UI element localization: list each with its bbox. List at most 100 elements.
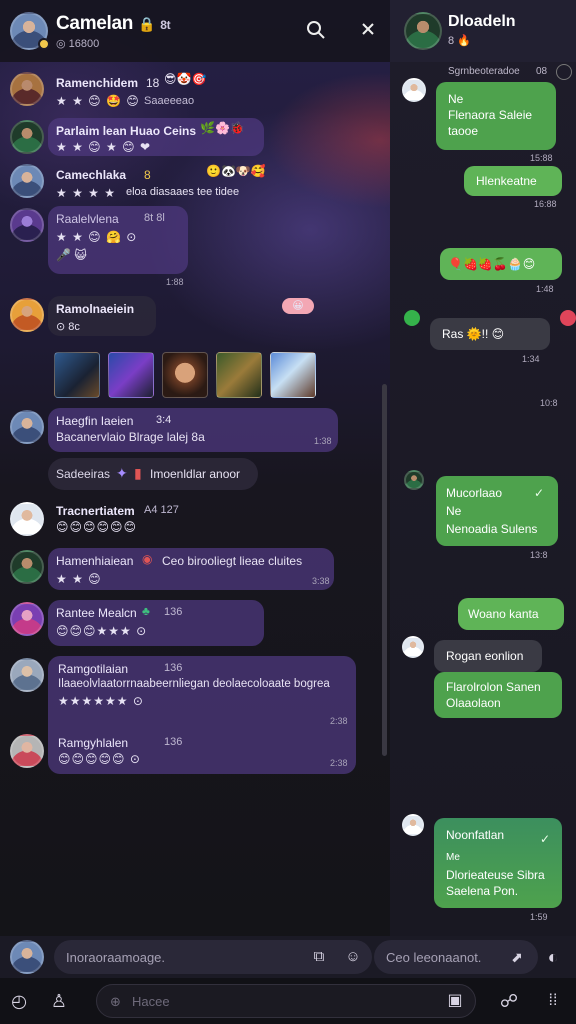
send-icon[interactable]: ⬈ (504, 944, 530, 970)
search-icon[interactable] (304, 20, 328, 44)
reaction-row[interactable]: 😎🤡🎯 (164, 72, 206, 86)
contact-avatar[interactable] (404, 12, 442, 50)
message-line: Mucorlaao (446, 486, 503, 500)
contact-avatar-small (404, 470, 424, 490)
sender-name: Ramgotilaian (58, 662, 129, 676)
status-dot (404, 310, 420, 326)
message-line: Ne (448, 92, 464, 106)
message-line: ★ ★ 😊 ★ 😊 ❤ (56, 140, 152, 154)
sender-avatar[interactable] (10, 502, 44, 536)
media-thumbnail[interactable] (270, 352, 316, 398)
read-check-icon: ✓ (534, 486, 545, 500)
history-icon[interactable]: ◴ (6, 988, 32, 1014)
message-time: 2:38 (330, 716, 348, 726)
message-line: Noonfatlan (446, 828, 505, 842)
chat-title[interactable]: Camelan 🔒 8t (56, 13, 171, 35)
media-thumbnail[interactable] (54, 352, 100, 398)
my-avatar[interactable] (10, 940, 44, 974)
system-text: Imoenldlar anoor (150, 467, 241, 481)
alert-icon: ◉ (142, 552, 153, 566)
message-meta: A4 127 (144, 504, 179, 516)
message-time: 1:88 (166, 277, 184, 287)
reaction-pill[interactable]: 😀 (282, 298, 314, 314)
sender-avatar[interactable] (10, 164, 44, 198)
contact-avatar-small (402, 78, 426, 102)
message-text: Ilaaeolvlaatorrnaabeernliegan deolaecolo… (58, 678, 330, 690)
message-line: Ne (446, 504, 462, 518)
grid-menu-icon[interactable]: ⁞⁞ (540, 988, 566, 1014)
message-line: ⊙ 8c (56, 321, 80, 333)
message-line: Olaaolaon (446, 696, 501, 710)
media-thumbnail[interactable] (216, 352, 262, 398)
contact-subtitle: 8 🔥 (448, 35, 471, 47)
sender-name[interactable]: Camechlaka (56, 168, 126, 182)
message-line: Dlorieateuse Sibra (446, 868, 545, 882)
day-caption: Sgrnbeoteradoe (448, 66, 520, 77)
message-text: eloa diasaaes tee tidee (126, 186, 240, 198)
message-line: 😊😊😊😊😊 ⊙ (58, 752, 141, 766)
message-line: ★ ★ 😊 (56, 572, 102, 586)
message-line: Woano kanta (468, 607, 539, 621)
gif-icon[interactable]: ☺ (340, 944, 366, 970)
sender-name: Haegfin Iaeien (56, 414, 134, 428)
lock-icon: 🔒 (138, 16, 156, 32)
reaction-row[interactable]: 🙂🐼🐶🥰 (206, 164, 266, 178)
media-thumbnail[interactable] (162, 352, 208, 398)
message-time: 1:48 (536, 284, 554, 294)
sticker-icon[interactable]: ⧉ (306, 944, 332, 970)
message-bubble[interactable] (434, 672, 562, 718)
sender-avatar[interactable] (10, 410, 44, 444)
search-icon: ⊕ (110, 994, 121, 1009)
contact-avatar-small (402, 814, 424, 836)
status-dot (560, 310, 576, 326)
message-text: Saaeeeao (144, 95, 195, 107)
scrollbar[interactable] (382, 384, 387, 756)
sender-name: Tracnertiatem (56, 504, 135, 518)
contact-avatar-small (402, 636, 424, 658)
message-text: Bacanervlaio Blrage lalej 8a (56, 430, 205, 444)
mic-icon[interactable]: ◐ (540, 944, 566, 970)
sender-avatar[interactable] (10, 734, 44, 768)
message-time: 10:8 (540, 398, 558, 408)
message-meta: 136 (164, 606, 183, 618)
chat-subtitle: ◎ 16800 (56, 38, 100, 50)
message-line: ★ ★ 😊 🤩 😊 (56, 94, 140, 108)
direct-chat-pane: Dloadeln 8 🔥 Sgrnbeoteradoe 08 Ne Flenao… (390, 0, 576, 936)
contact-name[interactable]: Dloadeln (448, 13, 516, 31)
message-line: Ras 🌞!! 😊 (442, 327, 505, 341)
system-label: Sadeeiras (56, 467, 111, 481)
sender-avatar[interactable] (10, 602, 44, 636)
close-icon[interactable] (356, 20, 380, 44)
sender-name: Raalelvlena (56, 212, 119, 226)
sender-name: Hamenhiaiean (56, 554, 134, 568)
sender-avatar[interactable] (10, 72, 44, 106)
message-line: 🎈🍓🍓🍒🧁😊 (448, 257, 536, 271)
message-meta: 18 (146, 76, 160, 90)
message-input-placeholder: Inoraoraamoage. (66, 950, 166, 965)
sender-avatar[interactable] (10, 298, 44, 332)
sender-avatar[interactable] (10, 550, 44, 584)
sender-name: Ramgyhlalen (58, 736, 129, 750)
sender-name[interactable]: Ramenchidem (56, 76, 138, 90)
calendar-icon[interactable]: ▣ (442, 988, 468, 1014)
profile-icon[interactable]: ♙ (46, 988, 72, 1014)
sender-avatar[interactable] (10, 208, 44, 242)
message-time: 15:88 (530, 153, 553, 163)
reaction-row[interactable]: 🌿🌸🐞 (200, 121, 245, 135)
message-line: 😊😊😊★★★ ⊙ (56, 624, 148, 638)
message-time: 1:38 (314, 436, 332, 446)
message-text: 🎤 😺 (56, 248, 87, 262)
media-thumbnail[interactable] (108, 352, 154, 398)
more-icon[interactable] (556, 64, 572, 80)
group-chat-pane: Camelan 🔒 8t ◎ 16800 Ramenchidem 18 😎🤡🎯 … (0, 0, 390, 936)
fire-icon: 🔥 (457, 35, 471, 47)
sender-avatar[interactable] (10, 120, 44, 154)
members-icon: ◎ (56, 38, 66, 50)
message-line: Flenaora Saleie (448, 108, 533, 122)
day-caption-time: 08 (536, 66, 548, 77)
sender-avatar[interactable] (10, 658, 44, 692)
message-line: Hlenkeatne (476, 174, 537, 188)
chat-bubble-icon[interactable]: ☍ (496, 988, 522, 1014)
message-line: Me (446, 852, 460, 863)
sparkle-icon: ✦ (116, 465, 128, 481)
